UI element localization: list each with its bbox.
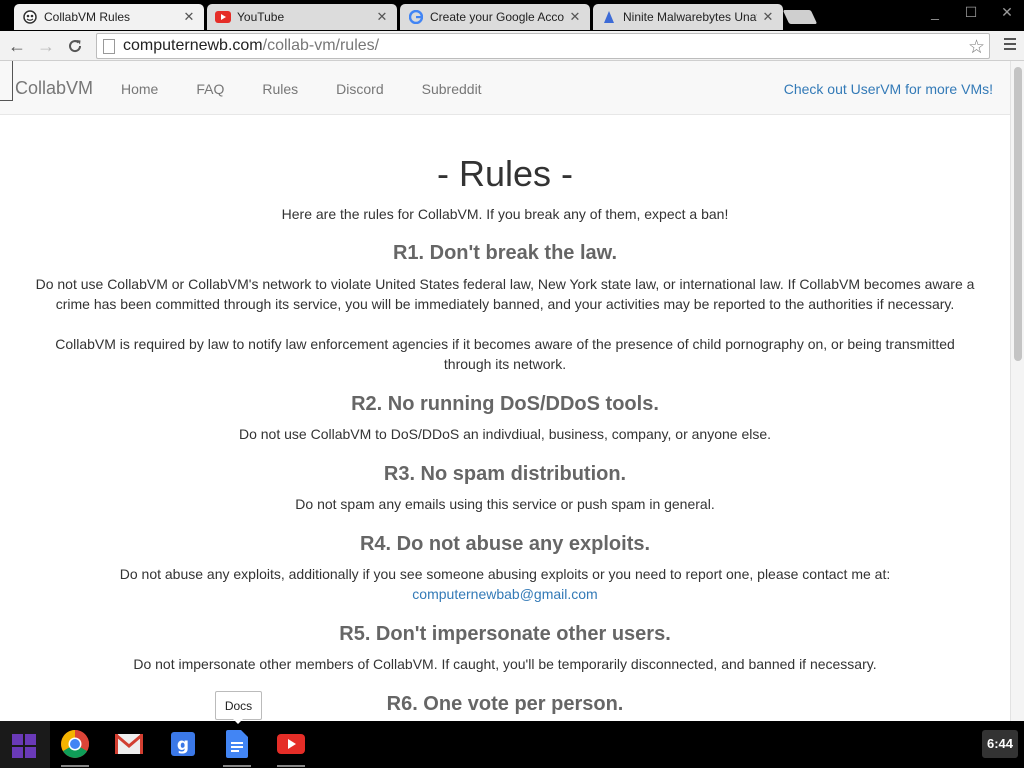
contact-email-link[interactable]: computernewbab@gmail.com	[412, 586, 597, 602]
rule-4-text: Do not abuse any exploits, additionally …	[119, 566, 891, 582]
chrome-icon[interactable]	[58, 727, 92, 767]
tab-strip: CollabVM Rules ✕ YouTube ✕ Create your G…	[0, 0, 1024, 31]
close-icon[interactable]: ✕	[375, 10, 389, 24]
docs-tooltip: Docs	[215, 691, 262, 720]
tooltip-arrow	[233, 719, 243, 724]
forward-icon[interactable]: →	[35, 35, 57, 57]
app-launcher-button[interactable]	[0, 721, 50, 768]
site-nav: Home FAQ Rules Discord Subreddit	[121, 81, 520, 97]
screen: CollabVM Rules ✕ YouTube ✕ Create your G…	[0, 0, 1024, 768]
close-icon[interactable]: ✕	[568, 10, 582, 24]
rule-3-heading: R3. No spam distribution.	[383, 463, 627, 485]
page-icon	[103, 38, 115, 54]
gmail-icon[interactable]	[112, 727, 146, 761]
taskbar: g 6:44	[0, 721, 1024, 768]
address-bar[interactable]: computernewb.com/collab-vm/rules/ ☆	[96, 33, 990, 59]
new-tab-button[interactable]	[782, 10, 818, 24]
close-window-icon[interactable]: ✕	[996, 4, 1018, 21]
launcher-icon	[12, 734, 23, 745]
rule-6-heading: R6. One vote per person.	[386, 693, 624, 715]
intro-text: Here are the rules for CollabVM. If you …	[281, 206, 729, 222]
tab-label: YouTube	[237, 10, 285, 24]
nav-discord[interactable]: Discord	[336, 81, 383, 97]
minimize-icon[interactable]: _	[924, 4, 946, 21]
scrollbar-thumb[interactable]	[1014, 67, 1022, 361]
nav-home[interactable]: Home	[121, 81, 158, 97]
address-path: /collab-vm/rules/	[262, 37, 380, 54]
browser-toolbar: ← → computernewb.com/collab-vm/rules/ ☆	[0, 31, 1024, 61]
youtube-app-icon[interactable]	[274, 727, 308, 767]
tab-label: Ninite Malwarebytes Unat	[623, 10, 757, 24]
tab-google-account[interactable]: Create your Google Acco ✕	[400, 4, 590, 30]
rule-4-email: computernewbab@gmail.com	[30, 584, 980, 604]
window-controls: _ ☐ ✕	[924, 4, 1018, 21]
svg-text:g: g	[177, 735, 189, 755]
nav-subreddit[interactable]: Subreddit	[422, 81, 482, 97]
nav-faq[interactable]: FAQ	[196, 81, 224, 97]
page-title: - Rules -	[436, 153, 574, 194]
nav-rules[interactable]: Rules	[262, 81, 298, 97]
close-icon[interactable]: ✕	[182, 10, 196, 24]
google-icon	[408, 9, 424, 25]
back-icon[interactable]: ←	[6, 35, 28, 57]
rule-1-heading: R1. Don't break the law.	[392, 242, 618, 264]
uservm-link[interactable]: Check out UserVM for more VMs!	[784, 81, 993, 97]
rule-2-text: Do not use CollabVM to DoS/DDoS an indiv…	[238, 426, 772, 442]
tab-label: CollabVM Rules	[44, 10, 131, 24]
tab-ninite[interactable]: Ninite Malwarebytes Unat ✕	[593, 4, 783, 30]
site-navbar: CollabVM Home FAQ Rules Discord Subreddi…	[0, 61, 1010, 115]
tab-youtube[interactable]: YouTube ✕	[207, 4, 397, 30]
rule-5-text: Do not impersonate other members of Coll…	[133, 656, 877, 672]
maximize-icon[interactable]: ☐	[960, 4, 982, 21]
google-search-icon[interactable]: g	[166, 727, 200, 761]
menu-icon[interactable]	[1004, 38, 1016, 53]
rule-1-text-2: CollabVM is required by law to notify la…	[55, 336, 955, 372]
page-viewport: CollabVM Home FAQ Rules Discord Subreddi…	[0, 61, 1024, 721]
system-clock[interactable]: 6:44	[982, 730, 1018, 758]
site-brand[interactable]: CollabVM	[15, 78, 93, 99]
rule-1-text: Do not use CollabVM or CollabVM's networ…	[35, 276, 975, 312]
tab-label: Create your Google Acco	[430, 10, 564, 24]
bookmark-star-icon[interactable]: ☆	[968, 36, 985, 59]
address-host: computernewb.com	[123, 37, 263, 54]
docs-icon[interactable]	[220, 727, 254, 767]
rule-2-heading: R2. No running DoS/DDoS tools.	[351, 393, 659, 415]
ninite-icon	[601, 9, 617, 25]
cursor-artifact	[12, 61, 13, 101]
rule-3-text: Do not spam any emails using this servic…	[295, 496, 715, 512]
rule-5-heading: R5. Don't impersonate other users.	[339, 623, 671, 645]
cursor-artifact	[0, 100, 13, 101]
tab-collabvm-rules[interactable]: CollabVM Rules ✕	[14, 4, 204, 30]
rule-4-heading: R4. Do not abuse any exploits.	[359, 533, 651, 555]
reload-icon[interactable]	[64, 35, 86, 57]
scrollbar[interactable]	[1010, 61, 1024, 721]
youtube-icon	[215, 9, 231, 25]
collabvm-icon	[22, 9, 38, 25]
close-icon[interactable]: ✕	[761, 10, 775, 24]
